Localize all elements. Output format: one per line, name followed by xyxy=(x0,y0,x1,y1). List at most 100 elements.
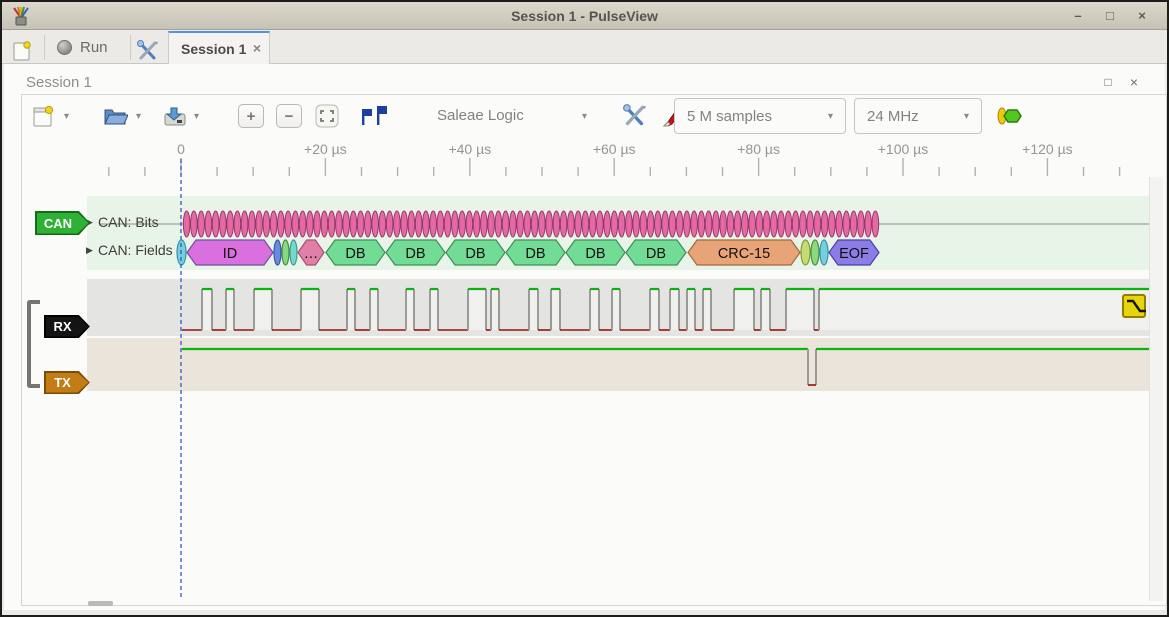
bit-annotation xyxy=(321,211,328,237)
bit-annotation xyxy=(850,211,857,237)
ruler-label: +80 µs xyxy=(737,141,780,157)
bit-annotation xyxy=(691,211,698,237)
bit-annotation xyxy=(263,211,270,237)
rx-pulse xyxy=(551,289,560,330)
bit-annotation xyxy=(727,211,734,237)
rx-pulse xyxy=(703,289,711,330)
channel-group-bracket xyxy=(27,300,40,388)
row-label-can-bits[interactable]: CAN: Bits xyxy=(98,214,159,230)
field-annotation xyxy=(290,240,297,265)
bit-annotation xyxy=(821,211,828,237)
bit-annotation xyxy=(705,211,712,237)
trigger-marker-falling-icon[interactable] xyxy=(1123,295,1145,317)
bit-annotation xyxy=(858,211,865,237)
field-annotation-label: DB xyxy=(646,246,666,262)
bit-annotation xyxy=(865,211,872,237)
field-annotation-label: DB xyxy=(465,246,485,262)
rx-pulse xyxy=(468,289,486,330)
bit-annotation xyxy=(734,211,741,237)
bit-annotation xyxy=(350,211,357,237)
bit-annotation xyxy=(792,211,799,237)
bit-annotation xyxy=(676,211,683,237)
bit-annotation xyxy=(495,211,502,237)
rx-pulse xyxy=(612,289,620,330)
decoder-tag-label: CAN xyxy=(35,211,90,235)
waveform-canvas[interactable]: 0+20 µs+40 µs+60 µs+80 µs+100 µs+120 µsI… xyxy=(2,2,1169,617)
bit-annotation xyxy=(655,211,662,237)
ruler-label: 0 xyxy=(177,141,185,157)
bit-annotation xyxy=(336,211,343,237)
field-annotation-label: EOF xyxy=(839,246,869,262)
bit-annotation xyxy=(481,211,488,237)
bit-annotation xyxy=(807,211,814,237)
v-scrollbar-track[interactable] xyxy=(1149,177,1163,601)
bit-annotation xyxy=(459,211,466,237)
rx-pulse xyxy=(761,289,770,330)
bit-annotation xyxy=(763,211,770,237)
ruler-label: +100 µs xyxy=(878,141,929,157)
bit-annotation xyxy=(205,211,212,237)
bit-annotation xyxy=(582,211,589,237)
rx-pulse xyxy=(819,289,1149,330)
row-label-can-fields[interactable]: CAN: Fields xyxy=(98,242,173,258)
bit-annotation xyxy=(437,211,444,237)
bit-annotation xyxy=(785,211,792,237)
bit-annotation xyxy=(872,211,879,237)
field-annotation xyxy=(801,240,810,265)
bit-annotation xyxy=(713,211,720,237)
rx-pulse xyxy=(786,289,814,330)
h-scrollbar-thumb[interactable] xyxy=(88,601,113,606)
bit-annotation xyxy=(234,211,241,237)
bit-annotation xyxy=(742,211,749,237)
bit-annotation xyxy=(299,211,306,237)
bit-annotation xyxy=(198,211,205,237)
bit-annotation xyxy=(698,211,705,237)
rx-pulse xyxy=(650,289,659,330)
bit-annotation xyxy=(618,211,625,237)
bit-annotation xyxy=(669,211,676,237)
expand-arrow-icon[interactable]: ▶ xyxy=(86,245,93,256)
bit-annotation xyxy=(292,211,299,237)
bit-annotation xyxy=(633,211,640,237)
bit-annotation xyxy=(444,211,451,237)
bit-annotation xyxy=(546,211,553,237)
rx-pulse xyxy=(734,289,754,330)
bit-annotation xyxy=(778,211,785,237)
bit-annotation xyxy=(394,211,401,237)
bit-annotation xyxy=(386,211,393,237)
bit-annotation xyxy=(328,211,335,237)
bit-annotation xyxy=(720,211,727,237)
bit-annotation xyxy=(560,211,567,237)
rx-pulse xyxy=(529,289,538,330)
rx-pulse xyxy=(226,289,234,330)
rx-pulse xyxy=(347,289,355,330)
ruler-label: +40 µs xyxy=(448,141,491,157)
bit-annotation xyxy=(829,211,836,237)
bit-annotation xyxy=(212,211,219,237)
field-annotation xyxy=(820,240,828,265)
bit-annotation xyxy=(357,211,364,237)
bit-annotation xyxy=(843,211,850,237)
ruler-label: +20 µs xyxy=(304,141,347,157)
field-annotation-label: DB xyxy=(525,246,545,262)
bit-annotation xyxy=(662,211,669,237)
field-annotation-label: DB xyxy=(405,246,425,262)
tx-band xyxy=(87,338,1149,391)
field-annotation xyxy=(811,240,819,265)
bit-annotation xyxy=(466,211,473,237)
decoder-tag-can[interactable]: CAN xyxy=(35,211,90,235)
bit-annotation xyxy=(611,211,618,237)
bit-annotation xyxy=(517,211,524,237)
bit-annotation xyxy=(423,211,430,237)
bit-annotation xyxy=(379,211,386,237)
bit-annotation xyxy=(372,211,379,237)
bit-annotation xyxy=(452,211,459,237)
bit-annotation xyxy=(604,211,611,237)
bit-annotation xyxy=(307,211,314,237)
ruler-label: +120 µs xyxy=(1022,141,1073,157)
bit-annotation xyxy=(256,211,263,237)
rx-pulse xyxy=(590,289,599,330)
bit-annotation xyxy=(524,211,531,237)
bit-annotation xyxy=(220,211,227,237)
rx-pulse xyxy=(301,289,319,330)
